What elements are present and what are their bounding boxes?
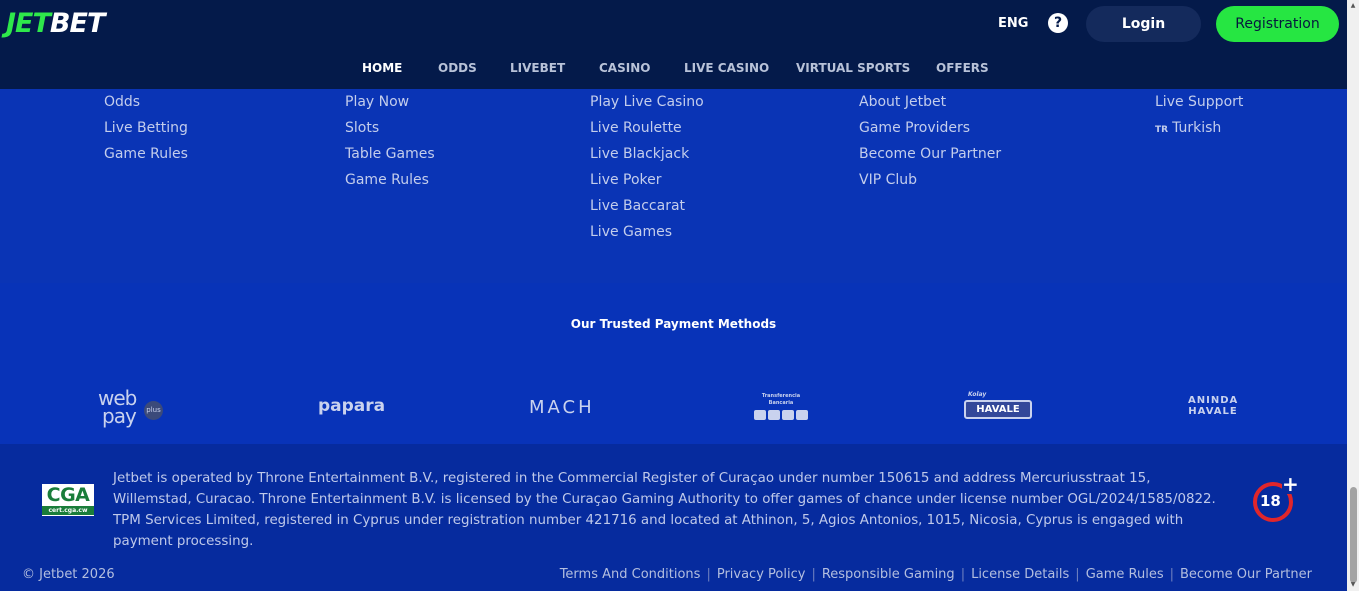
divider: | [1169, 567, 1174, 582]
nav-casino[interactable]: CASINO [599, 61, 650, 75]
bank-icon [782, 410, 794, 420]
footer-link[interactable]: Live Support [1155, 93, 1243, 119]
footer-link[interactable]: About Jetbet [859, 93, 1001, 119]
nav-live-casino[interactable]: LIVE CASINO [684, 61, 769, 75]
language-selector[interactable]: ENG [998, 16, 1028, 31]
bank-icon [768, 410, 780, 420]
bottom-links: Terms And Conditions | Privacy Policy | Resp… [560, 567, 1312, 582]
nav-home[interactable]: HOME [362, 61, 402, 75]
divider: | [811, 567, 816, 582]
footer-column-about: About Jetbet Game Providers Become Our P… [859, 93, 1001, 197]
logo-bet: BET [49, 8, 105, 39]
license-details-link[interactable]: License Details [971, 567, 1069, 582]
aninda-havale-logo: ANINDA HAVALE [1188, 395, 1238, 417]
cga-url: cert.cga.cw [42, 506, 94, 515]
login-button[interactable]: Login [1086, 6, 1201, 42]
divider: | [1075, 567, 1080, 582]
papara-logo: papara [318, 396, 386, 416]
legal-footer: CGA cert.cga.cw Jetbet is operated by Th… [0, 444, 1347, 591]
privacy-link[interactable]: Privacy Policy [717, 567, 806, 582]
turkey-flag-icon: TR [1155, 125, 1169, 135]
havale-logo: Kolay HAVALE [962, 391, 1032, 421]
havale-small: Kolay [968, 391, 987, 398]
nav-offers[interactable]: OFFERS [936, 61, 989, 75]
nav-virtual-sports[interactable]: VIRTUAL SPORTS [796, 61, 910, 75]
age-plus: + [1282, 472, 1299, 496]
footer-link[interactable]: Play Live Casino [590, 93, 704, 119]
transfer-line1: Transferencia [761, 393, 801, 399]
webpay-plus: plus [144, 401, 163, 420]
help-icon[interactable]: ? [1048, 13, 1068, 33]
transfer-line2: Bancaria [768, 400, 794, 406]
license-text: Jetbet is operated by Throne Entertainme… [113, 471, 1216, 549]
become-partner-link[interactable]: Become Our Partner [1180, 567, 1312, 582]
footer-link[interactable]: Slots [345, 119, 435, 145]
aninda-line1: ANINDA [1188, 395, 1239, 406]
footer-column-support: Live Support TR Turkish [1155, 93, 1243, 145]
footer-link[interactable]: VIP Club [859, 171, 1001, 197]
divider: | [960, 567, 966, 582]
cga-license-badge[interactable]: CGA cert.cga.cw [42, 484, 94, 516]
divider: | [706, 567, 711, 582]
bank-icon [796, 410, 808, 420]
registration-button[interactable]: Registration [1216, 6, 1339, 42]
top-header: JETBET ENG ? Login Registration HOME ODD… [0, 0, 1347, 89]
havale-label: HAVALE [964, 400, 1032, 419]
footer-link[interactable]: Live Blackjack [590, 145, 704, 171]
scroll-down-arrow-icon[interactable]: ▼ [1349, 581, 1357, 589]
footer-link-columns: Odds Live Betting Game Rules Play Now Sl… [0, 89, 1347, 283]
footer-link[interactable]: Odds [104, 93, 188, 119]
bank-transfer-logo: Transferencia Bancaria [750, 393, 812, 420]
nav-odds[interactable]: ODDS [438, 61, 477, 75]
scroll-thumb[interactable] [1350, 487, 1357, 583]
language-label: Turkish [1172, 120, 1222, 136]
footer-column-live-casino: Play Live Casino Live Roulette Live Blac… [590, 93, 704, 249]
main-nav: HOME ODDS LIVEBET CASINO LIVE CASINO VIR… [0, 61, 1347, 77]
game-rules-link[interactable]: Game Rules [1086, 567, 1164, 582]
footer-link[interactable]: Game Rules [104, 145, 188, 171]
webpay-logo: web pay plus [98, 388, 168, 429]
footer-column-sports: Odds Live Betting Game Rules [104, 93, 188, 171]
jetbet-logo[interactable]: JETBET [6, 8, 105, 39]
footer-link[interactable]: Game Rules [345, 171, 435, 197]
language-link-turkish[interactable]: TR Turkish [1155, 119, 1243, 145]
age-number: 18 [1260, 492, 1281, 510]
terms-link[interactable]: Terms And Conditions [560, 567, 701, 582]
footer-link[interactable]: Play Now [345, 93, 435, 119]
footer-link[interactable]: Live Games [590, 223, 704, 249]
payment-methods-section: Our Trusted Payment Methods web pay plus… [0, 283, 1347, 444]
footer-link[interactable]: Live Poker [590, 171, 704, 197]
bank-icon [754, 410, 766, 420]
age-18-plus-icon: 18 + [1252, 472, 1299, 522]
footer-link[interactable]: Live Betting [104, 119, 188, 145]
page-scrollbar[interactable]: ▲ ▼ [1347, 0, 1359, 591]
footer-link[interactable]: Become Our Partner [859, 145, 1001, 171]
cga-title: CGA [46, 484, 90, 506]
copyright: © Jetbet 2026 [22, 567, 115, 582]
bank-icons [750, 410, 812, 420]
footer-link[interactable]: Table Games [345, 145, 435, 171]
responsible-gaming-link[interactable]: Responsible Gaming [822, 567, 955, 582]
footer-link[interactable]: Live Baccarat [590, 197, 704, 223]
scroll-up-arrow-icon[interactable]: ▲ [1349, 2, 1357, 10]
footer-link[interactable]: Game Providers [859, 119, 1001, 145]
footer-column-casino: Play Now Slots Table Games Game Rules [345, 93, 435, 197]
aninda-line2: HAVALE [1188, 406, 1238, 417]
logo-jet: JET [6, 8, 51, 39]
footer-link[interactable]: Live Roulette [590, 119, 704, 145]
payment-methods-title: Our Trusted Payment Methods [570, 317, 777, 331]
nav-livebet[interactable]: LIVEBET [510, 61, 565, 75]
mach-logo: MACH [529, 397, 595, 418]
